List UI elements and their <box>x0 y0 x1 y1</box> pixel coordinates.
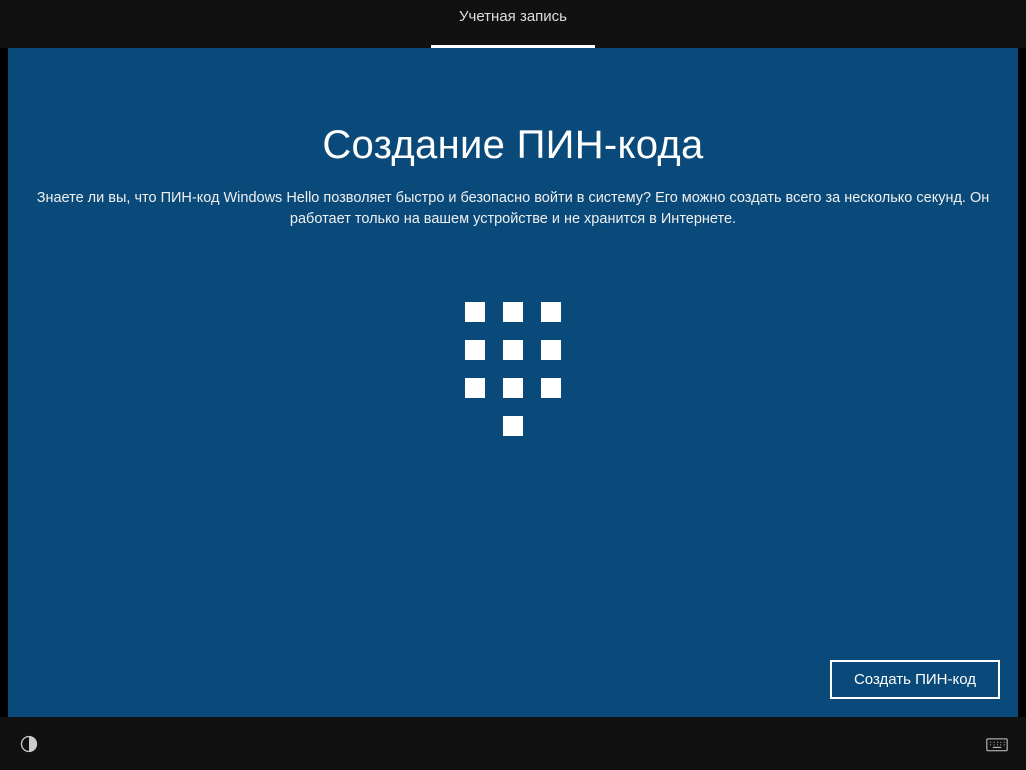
pinpad-dot <box>503 378 523 398</box>
action-area: Создать ПИН-код <box>830 660 1000 699</box>
pinpad-empty <box>465 416 485 436</box>
create-pin-button[interactable]: Создать ПИН-код <box>830 660 1000 699</box>
pinpad-dot <box>503 302 523 322</box>
bottom-bar <box>0 717 1026 770</box>
tab-label: Учетная запись <box>459 8 567 25</box>
pinpad-empty <box>541 416 561 436</box>
ease-of-access-icon[interactable] <box>18 733 40 755</box>
pinpad-dot <box>541 302 561 322</box>
pinpad-dot <box>465 302 485 322</box>
pinpad-dot <box>503 416 523 436</box>
pinpad-dot <box>465 378 485 398</box>
main-panel: Создание ПИН-кода Знаете ли вы, что ПИН-… <box>8 48 1018 717</box>
tab-account[interactable]: Учетная запись <box>431 0 595 48</box>
pinpad-icon <box>465 302 561 436</box>
top-bar: Учетная запись <box>0 0 1026 48</box>
pinpad-dot <box>503 340 523 360</box>
keyboard-icon[interactable] <box>986 733 1008 755</box>
pinpad-dot <box>541 340 561 360</box>
pinpad-dot <box>541 378 561 398</box>
page-title: Создание ПИН-кода <box>322 123 703 168</box>
page-subtitle: Знаете ли вы, что ПИН-код Windows Hello … <box>33 188 993 230</box>
pinpad-dot <box>465 340 485 360</box>
